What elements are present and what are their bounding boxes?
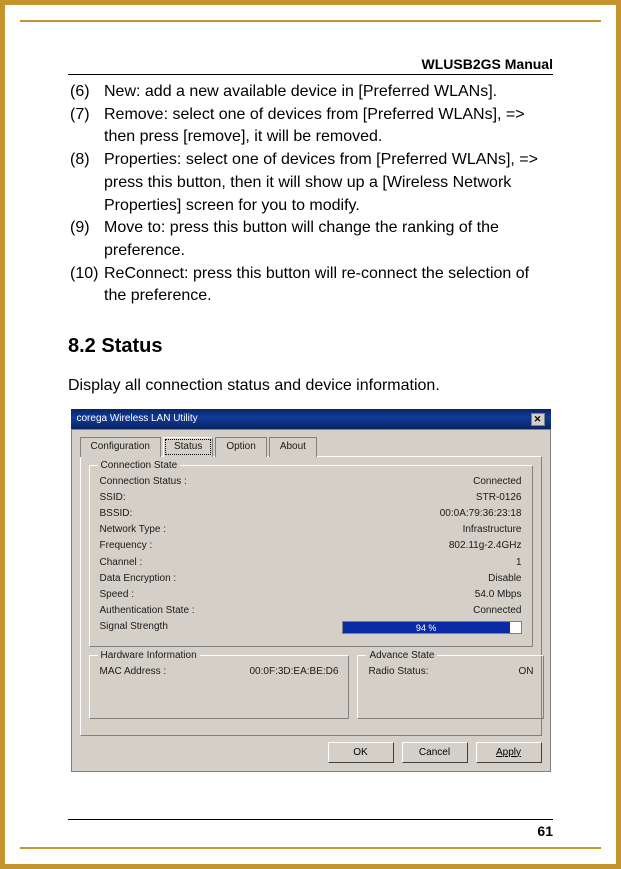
- group-connection-state: Connection Status :Connected SSID:STR-01…: [89, 465, 533, 647]
- section-title: 8.2 Status: [68, 332, 553, 360]
- row-value: Infrastructure: [250, 523, 522, 537]
- list-text: New: add a new available device in [Pref…: [104, 81, 553, 104]
- table-row: SSID:STR-0126: [100, 490, 522, 506]
- list-item: (8) Properties: select one of devices fr…: [70, 149, 553, 217]
- table-row: MAC Address : 00:0F:3D:EA:BE:D6: [100, 664, 339, 680]
- table-row: Radio Status: ON: [368, 664, 533, 680]
- list-text: Properties: select one of devices from […: [104, 149, 553, 217]
- list-item: (9) Move to: press this button will chan…: [70, 217, 553, 262]
- row-label: Channel :: [100, 556, 250, 570]
- tab-configuration[interactable]: Configuration: [80, 437, 161, 456]
- list-text: ReConnect: press this button will re-con…: [104, 263, 553, 308]
- row-label: Data Encryption :: [100, 572, 250, 586]
- tab-status[interactable]: Status: [163, 437, 213, 456]
- list-num: (8): [70, 149, 104, 217]
- list-num: (7): [70, 104, 104, 149]
- row-value: Connected: [250, 475, 522, 489]
- table-row: Authentication State :Connected: [100, 603, 522, 619]
- signal-percent: 94 %: [343, 622, 510, 633]
- list-num: (9): [70, 217, 104, 262]
- page-number: 61: [68, 819, 553, 839]
- row-value: 1: [250, 556, 522, 570]
- row-value: Disable: [250, 572, 522, 586]
- list-num: (10): [70, 263, 104, 308]
- manual-header: WLUSB2GS Manual: [68, 56, 553, 75]
- close-icon[interactable]: ✕: [531, 413, 545, 426]
- row-value: 00:0A:79:36:23:18: [250, 507, 522, 521]
- row-label: BSSID:: [100, 507, 250, 521]
- row-value: 802.11g-2.4GHz: [250, 539, 522, 553]
- group-advance-state: Radio Status: ON: [357, 655, 544, 719]
- list-num: (6): [70, 81, 104, 104]
- table-row: Speed :54.0 Mbps: [100, 587, 522, 603]
- row-label: SSID:: [100, 491, 250, 505]
- list-item: (6) New: add a new available device in […: [70, 81, 553, 104]
- table-row: Network Type :Infrastructure: [100, 522, 522, 538]
- cancel-button[interactable]: Cancel: [402, 742, 468, 763]
- row-label: MAC Address :: [100, 665, 250, 679]
- list-item: (7) Remove: select one of devices from […: [70, 104, 553, 149]
- row-value: STR-0126: [250, 491, 522, 505]
- section-description: Display all connection status and device…: [68, 375, 553, 398]
- row-value: 00:0F:3D:EA:BE:D6: [250, 665, 339, 679]
- signal-label: Signal Strength: [100, 620, 168, 634]
- table-row: Data Encryption :Disable: [100, 571, 522, 587]
- signal-strength-bar: 94 %: [342, 621, 522, 634]
- dialog-title: corega Wireless LAN Utility: [77, 412, 198, 426]
- table-row: Frequency :802.11g-2.4GHz: [100, 538, 522, 554]
- list-text: Remove: select one of devices from [Pref…: [104, 104, 553, 149]
- list-item: (10) ReConnect: press this button will r…: [70, 263, 553, 308]
- row-label: Frequency :: [100, 539, 250, 553]
- list-text: Move to: press this button will change t…: [104, 217, 553, 262]
- tab-option[interactable]: Option: [215, 437, 266, 456]
- row-value: Connected: [250, 604, 522, 618]
- table-row: BSSID:00:0A:79:36:23:18: [100, 506, 522, 522]
- table-row: Connection Status :Connected: [100, 474, 522, 490]
- ok-button[interactable]: OK: [328, 742, 394, 763]
- dialog-title-bar: corega Wireless LAN Utility ✕: [71, 409, 551, 429]
- group-hardware-info: MAC Address : 00:0F:3D:EA:BE:D6: [89, 655, 350, 719]
- row-value: 54.0 Mbps: [250, 588, 522, 602]
- row-label: Authentication State :: [100, 604, 250, 618]
- row-value: ON: [518, 665, 533, 679]
- apply-button[interactable]: Apply: [476, 742, 542, 763]
- row-label: Speed :: [100, 588, 250, 602]
- row-label: Radio Status:: [368, 665, 518, 679]
- tab-about[interactable]: About: [269, 437, 317, 456]
- status-dialog: corega Wireless LAN Utility ✕ Configurat…: [71, 409, 551, 771]
- row-label: Connection Status :: [100, 475, 250, 489]
- row-label: Network Type :: [100, 523, 250, 537]
- table-row: Channel :1: [100, 555, 522, 571]
- signal-strength-row: Signal Strength 94 %: [100, 619, 522, 635]
